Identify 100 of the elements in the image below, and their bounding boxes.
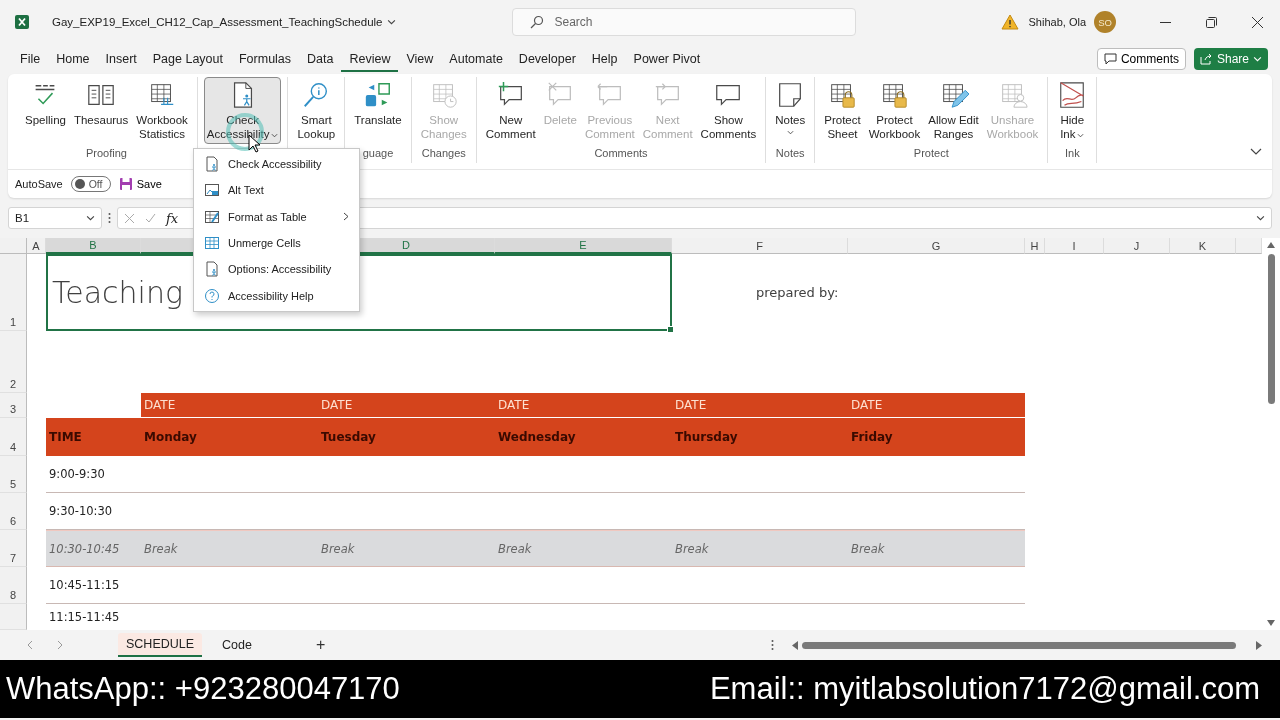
document-person-icon (204, 261, 220, 278)
check-icon[interactable] (145, 212, 156, 224)
share-button[interactable]: Share (1193, 48, 1268, 70)
day-header-cell: Tuesday (318, 418, 495, 456)
ribbon-tab[interactable]: Review (341, 46, 399, 72)
ribbon-button[interactable]: Smart Lookup (294, 77, 339, 144)
ribbon-tab[interactable]: Automate (441, 46, 511, 72)
day-header-cell: TIME (46, 418, 141, 456)
date-header-cell: DATE (848, 393, 1025, 418)
day-header-cell: Monday (141, 418, 318, 456)
vertical-scrollbar-thumb[interactable] (1267, 254, 1275, 404)
column-header[interactable]: K (1170, 238, 1236, 254)
menu-item[interactable]: Check Accessibility (194, 151, 359, 178)
group-label: Proofing (84, 147, 128, 161)
column-header[interactable]: B (46, 238, 141, 254)
ribbon-button[interactable]: Spelling (22, 77, 69, 130)
menu-item[interactable]: Alt Text (194, 177, 359, 204)
row-header[interactable]: 5 (0, 456, 27, 493)
group-label: Ink (1063, 147, 1081, 161)
horizontal-scrollbar-thumb[interactable] (802, 641, 1236, 649)
column-header[interactable]: F (672, 238, 848, 254)
scroll-down-icon[interactable] (1267, 620, 1275, 626)
table-cell: Break (141, 530, 318, 567)
table-cell: Break (848, 530, 1025, 567)
ribbon-tab[interactable]: Developer (510, 46, 584, 72)
spreadsheet-app-icon (14, 14, 30, 30)
ribbon-button[interactable]: Workbook Statistics (133, 77, 191, 144)
menu-item[interactable]: Options: Accessibility (194, 256, 359, 283)
row-header[interactable]: 4 (0, 418, 27, 456)
next-sheet-icon[interactable] (56, 640, 64, 650)
document-title[interactable]: Gay_EXP19_Excel_CH12_Cap_Assessment_TeachingSchedule (52, 16, 396, 28)
group-label: Notes (774, 147, 806, 161)
previous-sheet-icon[interactable] (26, 640, 34, 650)
more-icon[interactable] (771, 639, 774, 651)
row-header[interactable]: 3 (0, 393, 27, 418)
menu-item[interactable]: Accessibility Help (194, 282, 359, 309)
ribbon-button[interactable]: Thesaurus (70, 77, 132, 130)
ribbon-tab[interactable]: View (398, 46, 442, 72)
insert-function-label[interactable]: fx (166, 210, 179, 226)
help-icon (204, 287, 220, 304)
autosave-toggle[interactable]: Off (70, 175, 111, 192)
day-header-cell: Thursday (672, 418, 848, 456)
day-header-cell: Wednesday (495, 418, 672, 456)
column-header[interactable]: G (848, 238, 1025, 254)
comments-button[interactable]: Comments (1096, 48, 1186, 70)
ribbon-button[interactable]: Show Comments (697, 77, 760, 144)
row-header[interactable]: 1 (0, 254, 27, 331)
ribbon-tab[interactable]: Page Layout (144, 46, 231, 72)
save-button[interactable]: Save (118, 176, 162, 191)
more-icon[interactable] (108, 212, 111, 224)
ribbon-button[interactable]: Protect Workbook (865, 77, 924, 144)
table-cell: Break (672, 530, 848, 567)
ribbon-button[interactable]: Protect Sheet (821, 77, 864, 144)
ribbon-tab[interactable]: Home (48, 46, 98, 72)
sheet-tab[interactable]: Code (214, 633, 260, 657)
row-header[interactable]: 8 (0, 567, 27, 604)
comment-icon (1103, 53, 1117, 65)
search-icon (529, 15, 544, 29)
caret-icon (386, 19, 396, 25)
collapse-ribbon-icon[interactable] (1250, 148, 1262, 156)
sheet-title: Teaching (52, 275, 183, 310)
scroll-up-icon[interactable] (1267, 242, 1275, 248)
whatsapp-text: WhatsApp:: +923280047170 (6, 671, 400, 707)
group-label: Changes (420, 147, 467, 161)
ribbon-tab[interactable]: Insert (97, 46, 145, 72)
document-person-icon (204, 156, 220, 173)
ribbon-tab[interactable]: Power Pivot (625, 46, 709, 72)
add-sheet-button[interactable]: + (309, 636, 332, 654)
ribbon-button[interactable]: Allow Edit Ranges (925, 77, 982, 144)
cancel-icon[interactable] (124, 212, 135, 224)
ribbon-button[interactable]: Translate (351, 77, 405, 130)
scroll-right-icon[interactable] (1256, 640, 1262, 650)
column-header[interactable]: H (1025, 238, 1045, 254)
ribbon-tab[interactable]: Formulas (230, 46, 300, 72)
column-header[interactable]: A (27, 238, 46, 254)
table-cell: Break (318, 530, 495, 567)
warning-icon[interactable] (1000, 14, 1019, 30)
name-box[interactable]: B1 (8, 207, 102, 229)
sheet-tab[interactable]: SCHEDULE (118, 633, 203, 657)
column-header[interactable]: E (495, 238, 672, 254)
scroll-left-icon[interactable] (792, 640, 798, 650)
ribbon-tab[interactable]: File (12, 46, 49, 72)
ribbon-tab[interactable]: Data (299, 46, 342, 72)
ribbon-button[interactable]: Hide Ink (1054, 77, 1091, 144)
share-icon (1199, 53, 1213, 65)
ribbon-button[interactable]: New Comment (482, 77, 539, 144)
table-icon (204, 235, 220, 252)
ribbon-tab[interactable]: Help (583, 46, 626, 72)
autosave-label: AutoSave (15, 177, 63, 190)
table-brush-icon (204, 208, 220, 225)
ribbon-button[interactable]: Check Accessibility (203, 77, 282, 144)
close-icon (1251, 16, 1263, 28)
column-header[interactable]: J (1104, 238, 1170, 254)
ribbon-button[interactable]: Notes (772, 77, 809, 138)
row-header[interactable]: 6 (0, 493, 27, 530)
search-field[interactable]: Search (511, 8, 856, 36)
column-header[interactable]: I (1045, 238, 1104, 254)
row-header[interactable]: 7 (0, 530, 27, 567)
user-name: Shihab, Ola (1028, 16, 1086, 28)
row-header[interactable]: 2 (0, 331, 27, 393)
